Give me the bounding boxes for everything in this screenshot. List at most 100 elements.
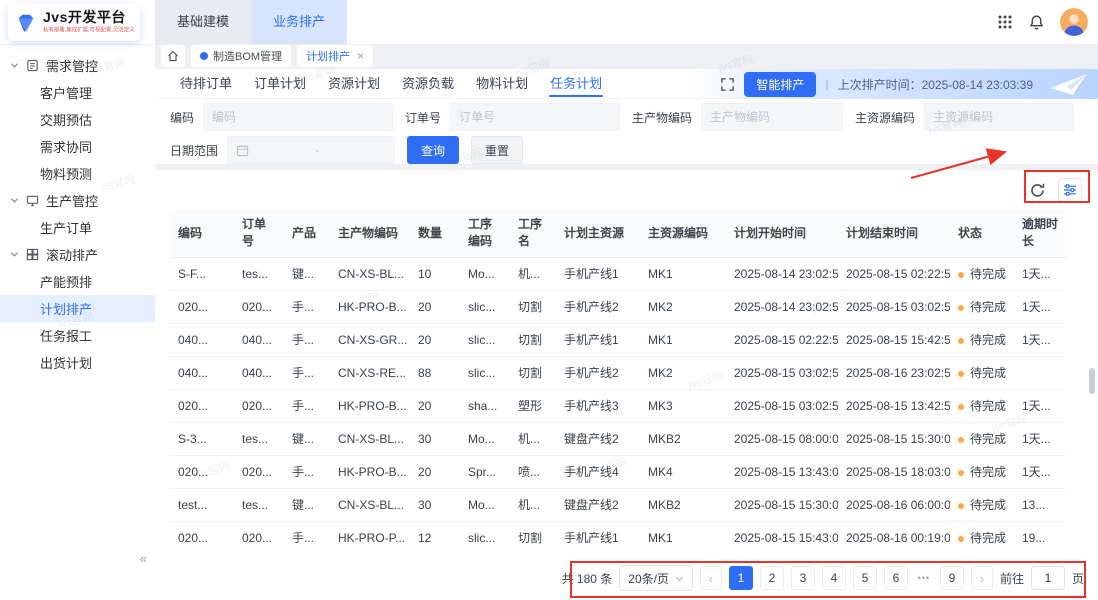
workspace-tab[interactable]: 计划排产× xyxy=(297,45,373,67)
sidebar-item[interactable]: 物料预测 xyxy=(0,160,155,187)
filter-row-1: 编码订单号主产物编码主资源编码 xyxy=(170,103,1098,131)
rocket-illustration xyxy=(1042,69,1098,99)
workspace-tab[interactable]: 制造BOM管理 xyxy=(191,45,291,67)
filter-input[interactable] xyxy=(701,103,843,131)
table-row[interactable]: 020...020...手...HK-PRO-B...20Spr...喷...手… xyxy=(170,455,1066,488)
pagination-page[interactable]: 3 xyxy=(791,566,815,590)
pagination-page[interactable]: 1 xyxy=(729,566,753,590)
table-row[interactable]: 040...040...手...CN-XS-RE...88slic...切割手机… xyxy=(170,356,1066,389)
table-toolbar xyxy=(1029,178,1082,202)
sidebar-item[interactable]: 需求协同 xyxy=(0,133,155,160)
table-cell: 2025-08-16 00:19:00 xyxy=(838,521,950,554)
filter-field: 编码 xyxy=(170,103,393,131)
table-cell: 手机产线2 xyxy=(556,290,640,323)
sub-tab[interactable]: 待排订单 xyxy=(169,69,243,98)
column-header: 计划结束时间 xyxy=(838,210,950,257)
table-row[interactable]: S-F...tes...键...CN-XS-BL...10Mo...机...手机… xyxy=(170,257,1066,290)
app-root: { "header": { "logo": { "title": "Jvs开发平… xyxy=(0,0,1098,600)
table-cell: 12 xyxy=(410,521,460,554)
sub-tab[interactable]: 任务计划 xyxy=(539,69,613,98)
chevron-down-icon xyxy=(10,61,19,70)
sidebar-item-label: 需求管控 xyxy=(46,56,98,75)
date-range-label: 日期范围 xyxy=(170,142,218,159)
search-button[interactable]: 查询 xyxy=(407,136,459,164)
pagination-ellipsis[interactable]: ••• xyxy=(915,573,933,583)
date-separator: - xyxy=(316,143,320,157)
table-cell: 键... xyxy=(284,257,330,290)
sub-tab[interactable]: 资源计划 xyxy=(317,69,391,98)
page-size-select[interactable]: 20条/页 xyxy=(619,565,693,591)
table-cell: 020... xyxy=(170,455,234,488)
sidebar-item[interactable]: 产能预排 xyxy=(0,268,155,295)
sub-tab[interactable]: 资源负载 xyxy=(391,69,465,98)
vertical-scrollbar[interactable] xyxy=(1089,368,1095,394)
pagination-page[interactable]: 5 xyxy=(853,566,877,590)
table-cell: 2025-08-15 15:42:59 xyxy=(838,323,950,356)
workspace-tabs: 制造BOM管理计划排产× xyxy=(191,45,373,67)
sidebar-item-label: 产能预排 xyxy=(40,272,92,291)
sidebar-item[interactable]: 出货计划 xyxy=(0,349,155,376)
table-row[interactable]: 020...020...手...HK-PRO-B...20slic...切割手机… xyxy=(170,290,1066,323)
sidebar-collapse-icon[interactable]: « xyxy=(140,551,147,566)
avatar[interactable] xyxy=(1060,8,1088,36)
table-cell: MK1 xyxy=(640,521,726,554)
column-header: 状态 xyxy=(950,210,1014,257)
sidebar-item[interactable]: 交期预估 xyxy=(0,106,155,133)
sub-tab[interactable]: 物料计划 xyxy=(465,69,539,98)
sidebar-item-label: 交期预估 xyxy=(40,110,92,129)
pagination-page[interactable]: 4 xyxy=(822,566,846,590)
table-cell: 30 xyxy=(410,422,460,455)
pagination-page[interactable]: 2 xyxy=(760,566,784,590)
date-range-input[interactable]: - xyxy=(227,136,395,164)
nav-tab[interactable]: 业务排产 xyxy=(251,0,347,44)
sidebar-item[interactable]: 任务报工 xyxy=(0,322,155,349)
table-cell: tes... xyxy=(234,488,284,521)
sidebar-item[interactable]: 生产订单 xyxy=(0,214,155,241)
close-icon[interactable]: × xyxy=(357,49,364,63)
table-cell: MK1 xyxy=(640,323,726,356)
table-cell: 塑形 xyxy=(510,389,556,422)
filter-input[interactable] xyxy=(924,103,1074,131)
sidebar-item-label: 出货计划 xyxy=(40,353,92,372)
pagination-page[interactable]: 6 xyxy=(884,566,908,590)
goto-page-input[interactable] xyxy=(1031,566,1065,590)
column-settings-icon[interactable] xyxy=(1058,178,1082,202)
table-row[interactable]: S-3...tes...键...CN-XS-BL...30Mo...机...键盘… xyxy=(170,422,1066,455)
fullscreen-icon[interactable] xyxy=(720,77,735,92)
table-cell: tes... xyxy=(234,257,284,290)
smart-schedule-button[interactable]: 智能排产 xyxy=(744,72,816,97)
table-row[interactable]: test...tes...键...CN-XS-BL...30Mo...机...键… xyxy=(170,488,1066,521)
sub-tab[interactable]: 订单计划 xyxy=(243,69,317,98)
filter-input[interactable] xyxy=(450,103,620,131)
table-cell: 手机产线1 xyxy=(556,521,640,554)
bell-icon[interactable] xyxy=(1028,14,1045,31)
tasks-table: 编码订单号产品主产物编码数量工序编码工序名计划主资源主资源编码计划开始时间计划结… xyxy=(170,210,1066,554)
sidebar-group[interactable]: 滚动排产 xyxy=(0,241,155,268)
reset-button[interactable]: 重置 xyxy=(471,136,523,164)
table-cell: 20 xyxy=(410,455,460,488)
table-cell: 机... xyxy=(510,422,556,455)
sidebar-group[interactable]: 生产管控 xyxy=(0,187,155,214)
table-cell: 020... xyxy=(170,521,234,554)
chevron-down-icon xyxy=(10,196,19,205)
logo-text: Jvs开发平台 私有部署,集成扩展,可视配置,灵活定义 xyxy=(43,10,178,35)
sidebar-item-label: 客户管理 xyxy=(40,83,92,102)
home-icon[interactable] xyxy=(161,45,185,67)
table-row[interactable]: 020...020...手...HK-PRO-B...20sha...塑形手机产… xyxy=(170,389,1066,422)
table-cell: MKB2 xyxy=(640,422,726,455)
page-buttons: 123456 ••• 9 xyxy=(729,566,964,590)
refresh-icon[interactable] xyxy=(1029,182,1046,199)
prev-page-button[interactable]: ‹ xyxy=(700,566,722,590)
sidebar-item[interactable]: 计划排产 xyxy=(0,295,155,322)
plan-panel: 待排订单订单计划资源计划资源负载物料计划任务计划 智能排产 | 上次排产时间：2… xyxy=(155,69,1098,164)
sidebar-group[interactable]: 需求管控 xyxy=(0,52,155,79)
table-row[interactable]: 040...040...手...CN-XS-GR...20slic...切割手机… xyxy=(170,323,1066,356)
monitor-icon xyxy=(26,194,39,207)
pagination-page[interactable]: 9 xyxy=(940,566,964,590)
filter-input[interactable] xyxy=(203,103,393,131)
table-row[interactable]: 020...020...手...HK-PRO-P...12slic...切割手机… xyxy=(170,521,1066,554)
next-page-button[interactable]: › xyxy=(971,566,993,590)
document-icon xyxy=(26,59,39,72)
sidebar-item[interactable]: 客户管理 xyxy=(0,79,155,106)
apps-grid-icon[interactable] xyxy=(997,14,1013,30)
